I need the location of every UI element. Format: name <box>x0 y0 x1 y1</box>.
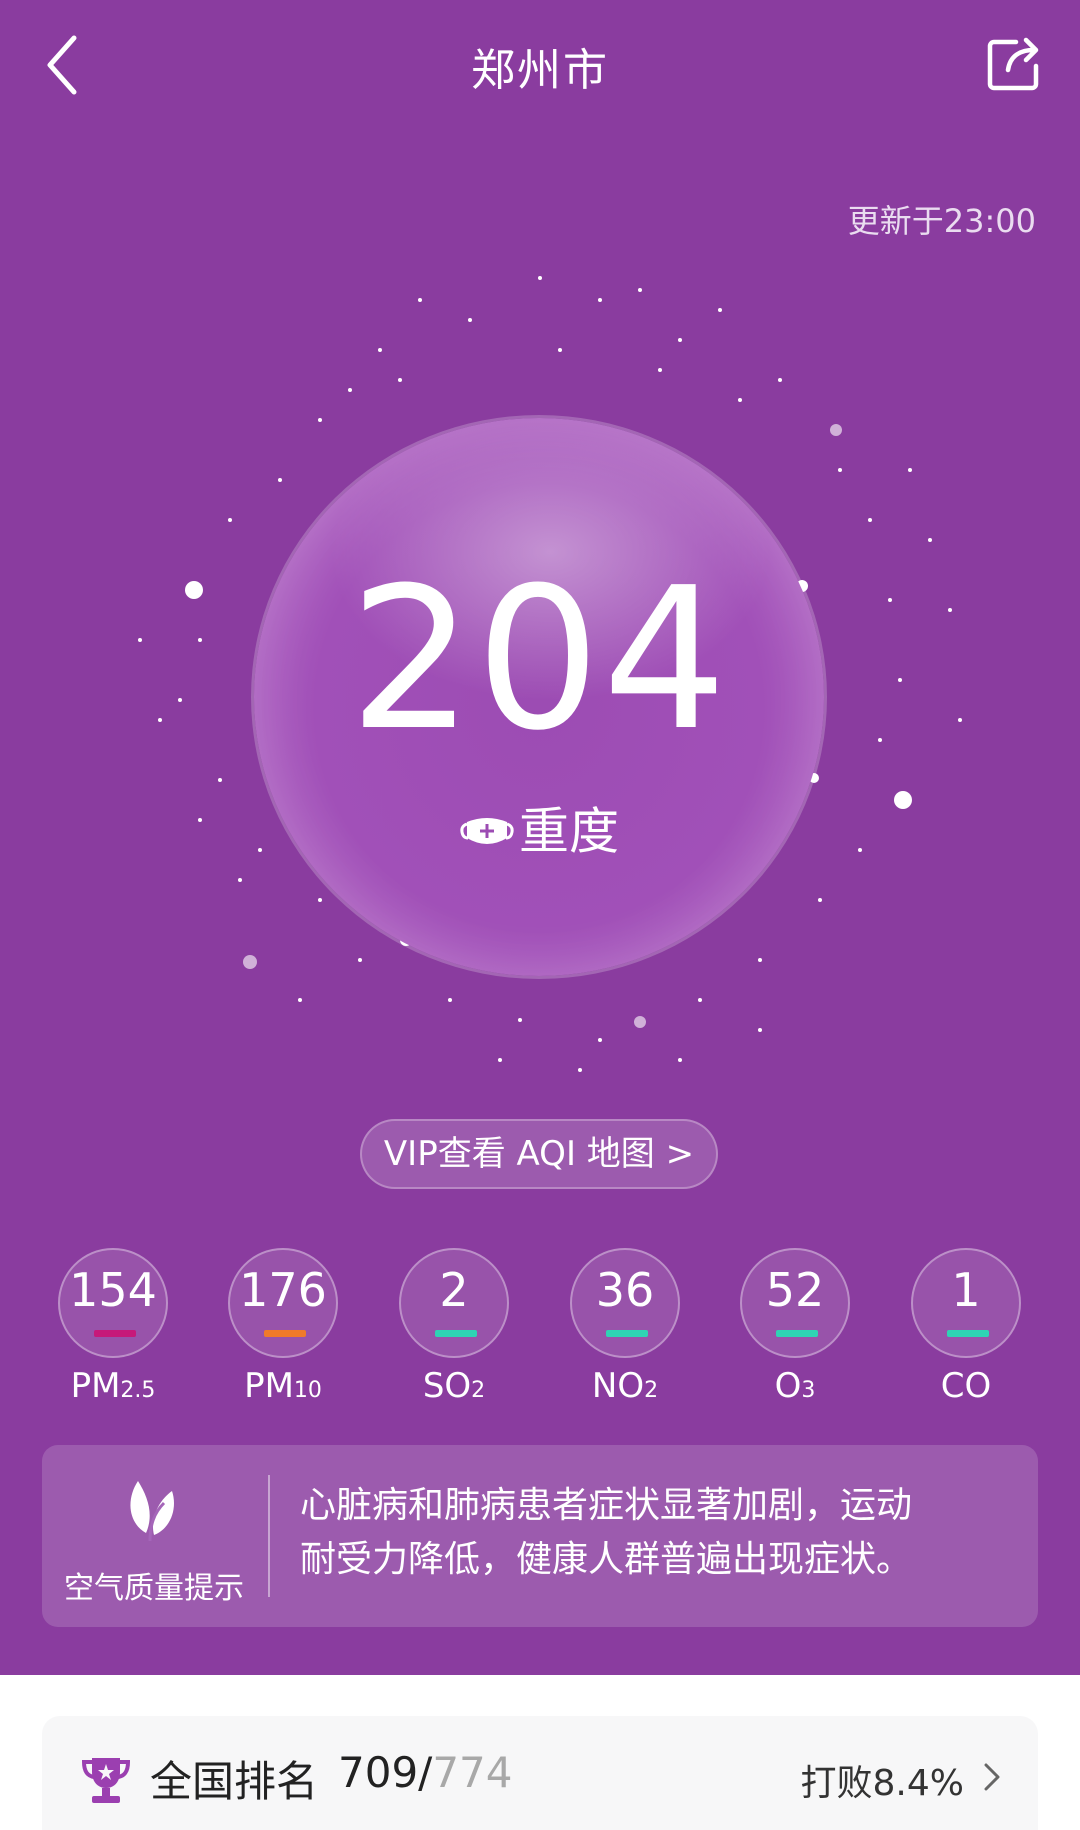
tip-label: 空气质量提示 <box>64 1571 244 1606</box>
vip-aqi-map-button[interactable]: VIP查看 AQI 地图 > <box>360 1119 718 1189</box>
pollutant-list: 154 PM2.5 176 PM10 2 SO2 36 NO2 52 O3 1 … <box>0 1248 1080 1418</box>
pollutant-name: PM10 <box>244 1366 322 1406</box>
chevron-right-icon <box>984 1763 1000 1791</box>
pollutant-bubble: 52 <box>740 1248 850 1358</box>
trophy-icon <box>81 1758 131 1803</box>
page-title: 郑州市 <box>471 45 609 96</box>
share-icon[interactable] <box>982 32 1046 96</box>
pollutant-bubble: 154 <box>58 1248 168 1358</box>
pollutant-name: PM2.5 <box>70 1366 156 1406</box>
air-quality-tip-card: 空气质量提示 心脏病和肺病患者症状显著加剧，运动 耐受力降低，健康人群普遍出现症… <box>42 1445 1038 1627</box>
pollutant-level-bar <box>264 1330 306 1337</box>
aqi-value: 204 <box>348 546 730 774</box>
pollutant-value: 154 <box>69 1263 157 1317</box>
pollutant-level-bar <box>776 1330 818 1337</box>
tip-text: 心脏病和肺病患者症状显著加剧，运动 耐受力降低，健康人群普遍出现症状。 <box>300 1479 1000 1587</box>
pollutant-name: CO <box>940 1366 992 1406</box>
pollutant-level-bar <box>947 1330 989 1337</box>
pollutant-bubble: 176 <box>228 1248 338 1358</box>
aqi-level-text: 重度 <box>519 802 619 861</box>
pollutant-value: 52 <box>765 1263 825 1317</box>
update-time: 更新于23:00 <box>847 202 1036 240</box>
mask-icon <box>460 817 514 844</box>
ranking-label: 全国排名 <box>150 1757 319 1806</box>
pollutant-co[interactable]: 1 CO <box>910 1248 1022 1406</box>
pollutant-value: 36 <box>595 1263 655 1317</box>
ranking-beat-percent: 打败8.4% <box>800 1763 964 1804</box>
pollutant-level-bar <box>606 1330 648 1337</box>
divider <box>268 1475 270 1597</box>
air-quality-screen: 郑州市 更新于23:00 204 重度 VIP查看 AQI 地图 > 154 P… <box>0 0 1080 1675</box>
tip-text-line: 耐受力降低，健康人群普遍出现症状。 <box>300 1539 913 1580</box>
pollutant-so2[interactable]: 2 SO2 <box>398 1248 510 1406</box>
pollutant-bubble: 1 <box>911 1248 1021 1358</box>
pollutant-level-bar <box>94 1330 136 1337</box>
pollutant-bubble: 36 <box>570 1248 680 1358</box>
pollutant-pm10[interactable]: 176 PM10 <box>227 1248 339 1406</box>
aqi-level: 重度 <box>254 800 824 860</box>
national-ranking-card[interactable]: 全国排名 709/774 打败8.4% <box>42 1716 1038 1830</box>
pollutant-value: 176 <box>239 1263 327 1317</box>
tip-text-line: 心脏病和肺病患者症状显著加剧，运动 <box>300 1485 913 1526</box>
pollutant-bubble: 2 <box>399 1248 509 1358</box>
ranking-value: 709/774 <box>338 1748 513 1797</box>
pollutant-pm25[interactable]: 154 PM2.5 <box>57 1248 169 1406</box>
leaf-icon <box>130 1481 174 1542</box>
pollutant-level-bar <box>435 1330 477 1337</box>
pollutant-name: O3 <box>774 1366 816 1406</box>
pollutant-name: NO2 <box>591 1366 659 1406</box>
pollutant-value: 2 <box>439 1263 469 1317</box>
pollutant-o3[interactable]: 52 O3 <box>739 1248 851 1406</box>
pollutant-value: 1 <box>951 1263 981 1317</box>
pollutant-no2[interactable]: 36 NO2 <box>569 1248 681 1406</box>
pollutant-name: SO2 <box>422 1366 486 1406</box>
